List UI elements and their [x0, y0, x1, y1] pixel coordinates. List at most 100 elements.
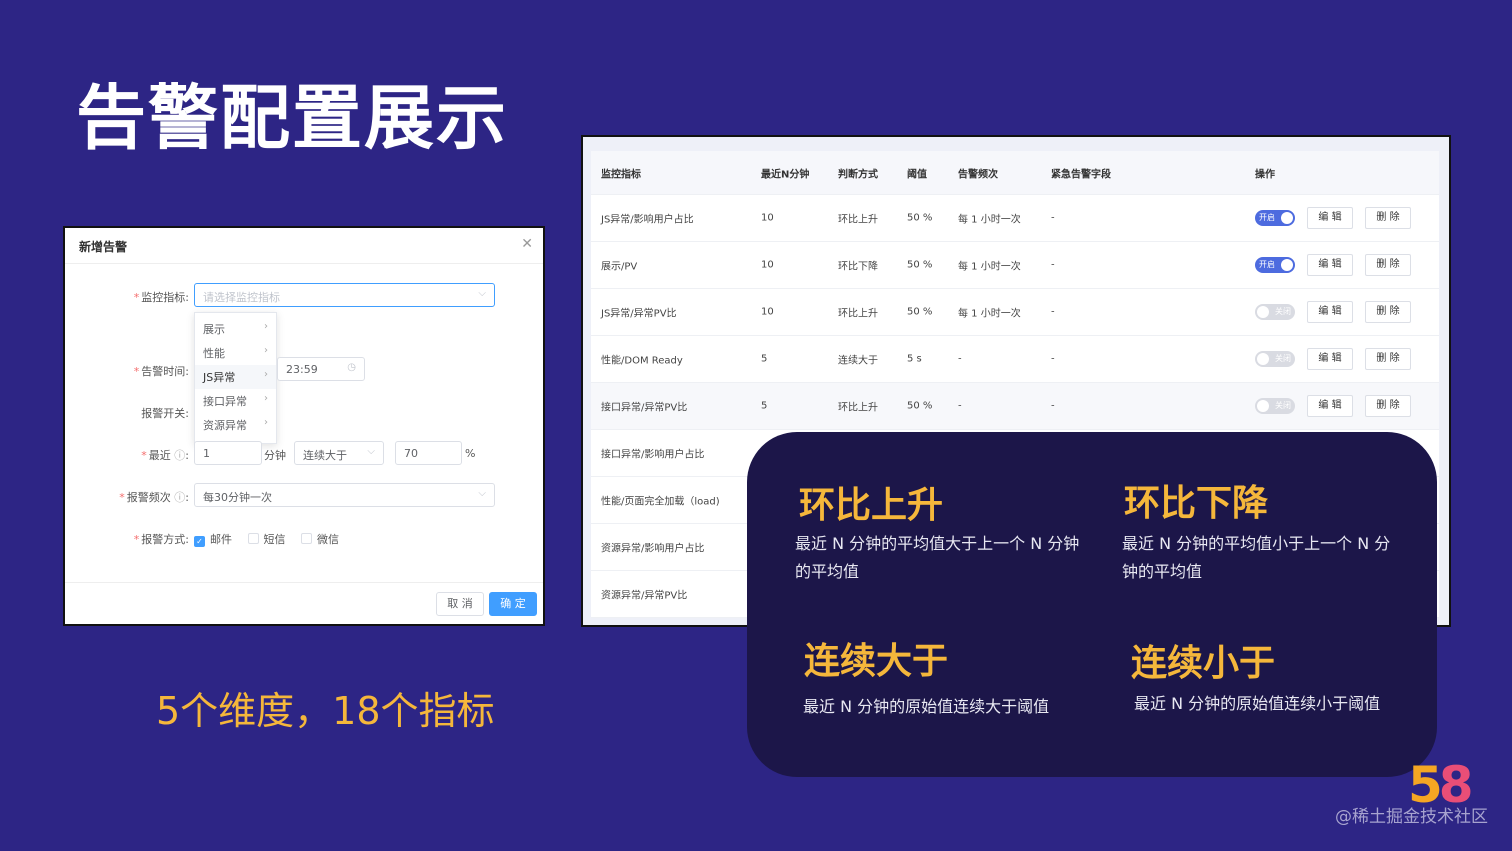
add-alert-dialog: 新增告警 ✕ * 监控指标: 请选择监控指标 ⌵ 展示 › 性能 › JS异常 › 接口… [63, 226, 545, 626]
cancel-button[interactable]: 取 消 [436, 592, 484, 616]
table-row: 性能/DOM Ready 5 连续大于 5 s - - 关闭 编 辑删 除 [591, 336, 1439, 383]
close-icon[interactable]: ✕ [521, 236, 533, 252]
status-toggle[interactable]: 关闭 [1255, 351, 1295, 367]
table-row: JS异常/影响用户占比 10 环比上升 50 % 每 1 小时一次 - 开启 编 辑删 除 [591, 195, 1439, 242]
freq-select[interactable]: 每30分钟一次 ⌵ [194, 483, 495, 507]
cell-n: 10 [761, 212, 774, 224]
delete-button[interactable]: 删 除 [1365, 301, 1411, 323]
toggle-label: 关闭 [1275, 354, 1291, 363]
cell-threshold: 50 % [907, 306, 933, 318]
metric-dropdown: 展示 › 性能 › JS异常 › 接口异常 › 资源异常 › [194, 312, 277, 444]
dropdown-item[interactable]: 展示 › [195, 317, 276, 341]
table-row: JS异常/异常PV比 10 环比上升 50 % 每 1 小时一次 - 关闭 编 辑删 除 [591, 289, 1439, 336]
cell-metric: 接口异常/影响用户占比 [601, 449, 705, 461]
status-toggle[interactable]: 关闭 [1255, 398, 1295, 414]
judge-select[interactable]: 连续大于 ⌵ [294, 441, 384, 465]
cell-metric: JS异常/异常PV比 [601, 308, 677, 320]
cell-judge: 环比下降 [838, 261, 878, 273]
cell-metric: 资源异常/异常PV比 [601, 590, 688, 602]
edit-button[interactable]: 编 辑 [1307, 395, 1353, 417]
cell-metric: 资源异常/影响用户占比 [601, 543, 705, 555]
dropdown-item[interactable]: 资源异常 › [195, 413, 276, 437]
delete-button[interactable]: 删 除 [1365, 254, 1411, 276]
table-row: 展示/PV 10 环比下降 50 % 每 1 小时一次 - 开启 编 辑删 除 [591, 242, 1439, 289]
cell-n: 5 [761, 400, 768, 412]
dropdown-item[interactable]: JS异常 › [195, 365, 276, 389]
metric-select[interactable]: 请选择监控指标 ⌵ [194, 283, 495, 307]
toggle-knob [1281, 259, 1293, 271]
explain-title-below: 连续小于 [1131, 643, 1276, 684]
time-end-input[interactable]: 23:59 ◷ [277, 357, 365, 381]
threshold-unit: % [465, 447, 476, 460]
cell-metric: JS异常/影响用户占比 [601, 214, 694, 226]
toggle-label: 关闭 [1275, 401, 1291, 410]
help-icon: ⓘ [174, 491, 186, 504]
dialog-footer: 取 消 确 定 [65, 582, 543, 624]
cell-metric: 接口异常/异常PV比 [601, 402, 688, 414]
method-wechat[interactable]: 微信 [301, 533, 339, 546]
cell-judge: 环比上升 [838, 308, 878, 320]
cell-judge: 连续大于 [838, 355, 878, 367]
explain-title-fall: 环比下降 [1124, 483, 1269, 524]
toggle-knob [1257, 400, 1269, 412]
table-row: 接口异常/异常PV比 5 环比上升 50 % - - 关闭 编 辑删 除 [591, 383, 1439, 430]
chevron-down-icon: ⌵ [478, 488, 486, 499]
cell-threshold: 5 s [907, 353, 922, 365]
method-options: ✓ 邮件 短信 微信 [194, 531, 339, 547]
dialog-title: 新增告警 [79, 240, 128, 254]
cell-urgent: - [1051, 259, 1055, 271]
confirm-button[interactable]: 确 定 [489, 592, 537, 616]
status-toggle[interactable]: 关闭 [1255, 304, 1295, 320]
chevron-right-icon: › [264, 369, 268, 380]
watermark: @稀土掘金技术社区 [1335, 807, 1488, 827]
delete-button[interactable]: 删 除 [1365, 348, 1411, 370]
header-n: 最近N分钟 [761, 169, 810, 180]
edit-button[interactable]: 编 辑 [1307, 254, 1353, 276]
cell-urgent: - [1051, 400, 1055, 412]
header-action: 操作 [1255, 169, 1275, 180]
edit-button[interactable]: 编 辑 [1307, 348, 1353, 370]
cell-judge: 环比上升 [838, 402, 878, 414]
cell-metric: 展示/PV [601, 261, 638, 273]
cell-threshold: 50 % [907, 212, 933, 224]
recent-unit: 分钟 [264, 449, 286, 462]
edit-button[interactable]: 编 辑 [1307, 301, 1353, 323]
dropdown-item[interactable]: 接口异常 › [195, 389, 276, 413]
checkbox-icon[interactable] [247, 533, 259, 544]
cell-judge: 环比上升 [838, 214, 878, 226]
explain-title-rise: 环比上升 [799, 485, 944, 526]
time-label: * 告警时间: [133, 365, 189, 378]
cell-urgent: - [1051, 353, 1055, 365]
toggle-label: 关闭 [1275, 307, 1291, 316]
slide-title: 告警配置展示 [76, 77, 508, 159]
table-header: 监控指标 最近N分钟 判断方式 阈值 告警频次 紧急告警字段 操作 [591, 151, 1439, 195]
cell-threshold: 50 % [907, 400, 933, 412]
chevron-down-icon: ⌵ [478, 288, 486, 299]
header-threshold: 阈值 [907, 169, 927, 180]
slide-caption: 5个维度，18个指标 [156, 689, 495, 733]
header-urgent: 紧急告警字段 [1051, 169, 1111, 180]
method-sms[interactable]: 短信 [247, 533, 286, 546]
cell-urgent: - [1051, 306, 1055, 318]
checkbox-checked-icon[interactable]: ✓ [194, 536, 205, 547]
recent-label: * 最近 ⓘ: [141, 449, 189, 462]
chevron-right-icon: › [264, 417, 268, 428]
explain-desc-below: 最近 N 分钟的原始值连续小于阈值 [1134, 694, 1381, 713]
cell-freq: 每 1 小时一次 [958, 308, 1021, 320]
method-label: * 报警方式: [133, 533, 189, 546]
switch-label: 报警开关: [141, 407, 189, 420]
explain-desc-fall: 最近 N 分钟的平均值小于上一个 N 分钟的平均值 [1122, 534, 1391, 581]
cell-freq: - [958, 353, 962, 365]
checkbox-icon[interactable] [301, 533, 312, 544]
toggle-knob [1281, 212, 1293, 224]
delete-button[interactable]: 删 除 [1365, 207, 1411, 229]
dropdown-item[interactable]: 性能 › [195, 341, 276, 365]
delete-button[interactable]: 删 除 [1365, 395, 1411, 417]
edit-button[interactable]: 编 辑 [1307, 207, 1353, 229]
threshold-input[interactable]: 70 [395, 441, 462, 465]
header-judge: 判断方式 [838, 169, 878, 180]
status-toggle[interactable]: 开启 [1255, 257, 1295, 273]
recent-input[interactable]: 1 [194, 441, 262, 465]
status-toggle[interactable]: 开启 [1255, 210, 1295, 226]
method-email[interactable]: ✓ 邮件 [194, 533, 232, 547]
